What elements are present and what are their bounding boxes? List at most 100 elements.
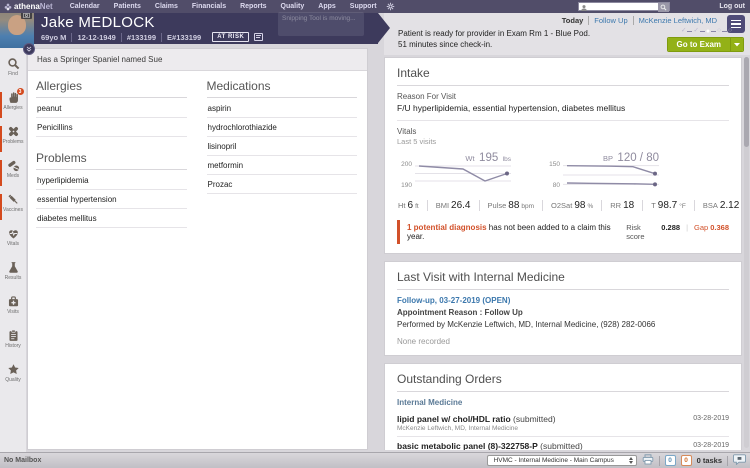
log-out-link[interactable]: Log out	[719, 0, 745, 13]
weight-trend-chart: Wt 195 lbs 200 190	[401, 152, 511, 189]
medication-item[interactable]: lisinopril	[206, 137, 357, 156]
patient-enterprise-id: E#133199	[167, 32, 202, 42]
sidebar-item-find[interactable]: Find	[0, 57, 26, 91]
risk-score-value: 0.288	[661, 223, 681, 232]
alert-count-badge[interactable]: 0	[680, 455, 692, 466]
sidebar-item-vitals[interactable]: Vitals	[0, 227, 26, 261]
vitals-label: Vitals	[397, 127, 417, 136]
nav-item-patients[interactable]: Patients	[107, 0, 148, 13]
problem-item[interactable]: diabetes mellitus	[36, 209, 187, 228]
risk-score-row: Risk score 0.288 | Gap 0.368	[626, 223, 729, 241]
order-row[interactable]: basic metabolic panel (8)-322758-P (subm…	[397, 437, 729, 450]
progress-step-done: ✓	[680, 27, 687, 35]
progress-step-done: ✓	[693, 27, 699, 35]
patient-id: #133199	[122, 32, 163, 42]
sidebar-item-meds[interactable]: Meds	[0, 159, 26, 193]
gap-label: Gap	[694, 223, 709, 232]
go-to-exam-dropdown[interactable]	[730, 38, 743, 51]
go-to-exam-button-group: Go to Exam	[666, 37, 744, 52]
order-date: 03-28-2019	[693, 415, 729, 422]
encounter-progress-indicator: ✓ ✓ ● ○ ○	[681, 28, 732, 35]
stat-bsa: BSA 2.12	[693, 200, 742, 211]
orders-group-internal-medicine: Internal Medicine	[397, 398, 463, 407]
sidebar-item-quality[interactable]: Quality	[0, 363, 26, 397]
allergies-hand-icon: 3	[7, 88, 24, 104]
sidebar-item-problems[interactable]: Problems	[0, 125, 26, 159]
logo-athena: athena	[14, 2, 40, 11]
settings-gear-icon[interactable]	[386, 2, 395, 11]
department-select[interactable]: HVMC - Internal Medicine - Main Campus	[486, 455, 637, 466]
vertical-scrollbar[interactable]	[744, 57, 749, 448]
athena-logo-icon	[4, 3, 12, 10]
search-input[interactable]	[589, 3, 659, 10]
problem-item[interactable]: essential hypertension	[36, 190, 187, 209]
progress-step-current: ●	[705, 28, 711, 35]
visit-header-links: Today Follow Up McKenzie Leftwich, MD	[562, 16, 722, 25]
status-bar: No Mailbox HVMC - Internal Medicine - Ma…	[0, 452, 750, 468]
performed-by: Performed by McKenzie Leftwich, MD, Inte…	[397, 320, 656, 329]
medication-item[interactable]: metformin	[206, 156, 357, 175]
chat-icon[interactable]	[733, 452, 746, 468]
expand-banner-button[interactable]	[23, 43, 35, 55]
scrollbar-thumb[interactable]	[744, 57, 749, 147]
encounter-panel: Intake Reason For Visit F/U hyperlipidem…	[384, 57, 742, 450]
allergy-item[interactable]: Penicillins	[36, 118, 187, 137]
banner-arrow	[378, 13, 390, 43]
outstanding-orders-title: Outstanding Orders	[397, 372, 729, 392]
stat-pulse: Pulse 88 bpm	[478, 200, 543, 211]
nav-item-reports[interactable]: Reports	[233, 0, 273, 13]
stat-temp: T 98.7 °F	[642, 200, 694, 211]
follow-up-link[interactable]: Follow Up	[589, 16, 634, 25]
search-icon	[660, 4, 667, 11]
medication-item[interactable]: hydrochlorothiazide	[206, 118, 357, 137]
patient-summary-panel: Has a Springer Spaniel named Sue Allergi…	[27, 48, 368, 450]
tasks-count: 0 tasks	[696, 456, 722, 465]
person-icon	[581, 5, 587, 11]
intake-title: Intake	[397, 66, 729, 86]
nav-item-calendar[interactable]: Calendar	[63, 0, 107, 13]
history-clipboard-icon	[7, 329, 20, 342]
progress-step-todo: ○	[728, 27, 732, 35]
printer-icon[interactable]	[642, 452, 654, 468]
sidebar-item-allergies[interactable]: 3 Allergies	[0, 88, 26, 125]
last-visit-card: Last Visit with Internal Medicine Follow…	[384, 261, 742, 356]
appointment-reason: Appointment Reason : Follow Up	[397, 308, 523, 317]
progress-step-todo: ○	[717, 27, 722, 35]
patient-note: Has a Springer Spaniel named Sue	[28, 49, 367, 71]
caret-down-icon	[734, 43, 740, 47]
order-row[interactable]: lipid panel w/ chol/HDL ratio (submitted…	[397, 410, 729, 437]
medication-item[interactable]: aspirin	[206, 99, 357, 118]
patient-meta-row: 69yo M 12-12-1949 #133199 E#133199 AT RI…	[41, 32, 264, 42]
today-label[interactable]: Today	[562, 16, 590, 25]
insurance-card-icon[interactable]	[254, 33, 264, 41]
search-button[interactable]	[658, 3, 669, 12]
last-visit-link[interactable]: Follow-up, 03-27-2019 (OPEN)	[397, 296, 729, 305]
reason-for-visit-value: F/U hyperlipidemia, essential hypertensi…	[397, 103, 626, 113]
stat-rr: RR 18	[601, 200, 642, 211]
nav-item-financials[interactable]: Financials	[185, 0, 233, 13]
problem-item[interactable]: hyperlipidemia	[36, 171, 187, 190]
none-recorded: None recorded	[397, 337, 450, 346]
visits-bag-icon	[7, 295, 20, 308]
athenanet-logo[interactable]: athena Net	[4, 2, 53, 11]
inbox-count-badge[interactable]: 0	[664, 455, 676, 466]
status-message-line1: Patient is ready for provider in Exam Rm…	[398, 29, 591, 38]
status-message-line2: 51 minutes since check-in.	[398, 39, 493, 49]
sidebar-item-visits[interactable]: Visits	[0, 295, 26, 329]
alert-highlight: 1 potential diagnosis	[407, 223, 487, 232]
allergy-item[interactable]: peanut	[36, 99, 187, 118]
provider-link[interactable]: McKenzie Leftwich, MD	[634, 16, 722, 25]
sidebar-item-history[interactable]: History	[0, 329, 26, 363]
nav-item-claims[interactable]: Claims	[148, 0, 185, 13]
problems-bandage-icon	[7, 125, 20, 138]
sidebar-item-results[interactable]: Results	[0, 261, 26, 295]
problems-heading: Problems	[36, 151, 187, 170]
order-date: 03-28-2019	[693, 442, 729, 449]
allergies-count-badge: 3	[16, 88, 24, 95]
medication-item[interactable]: Prozac	[206, 175, 357, 194]
go-to-exam-button[interactable]: Go to Exam	[667, 38, 730, 51]
risk-score-label: Risk score	[626, 223, 645, 241]
quality-star-icon	[7, 363, 20, 376]
patient-name: Jake MEDLOCK	[41, 14, 155, 31]
sidebar-item-vaccines[interactable]: Vaccines	[0, 193, 26, 227]
